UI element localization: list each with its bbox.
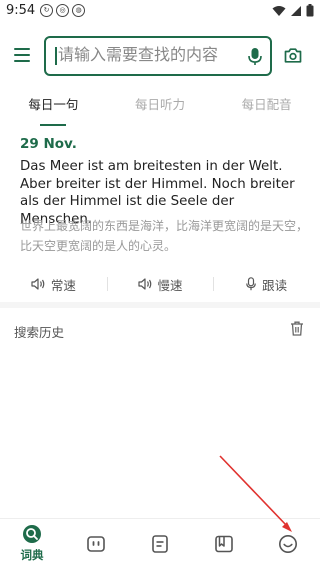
smile-icon [279,534,297,553]
search-icon [23,525,41,543]
nav-dictionary-label: 词典 [20,548,44,562]
camera-icon[interactable] [284,48,302,63]
sync-icon: ↻ [40,4,53,17]
signal-icon [291,5,301,16]
notification-icons: ↻ ◎ ◍ [40,4,85,17]
section-divider [0,302,320,308]
tab-daily-listening[interactable]: 每日听力 [107,94,214,118]
speaker-icon [137,278,151,290]
app-icon: ◎ [56,4,69,17]
menu-icon[interactable] [14,48,30,62]
book-icon [215,535,233,552]
daily-date: 29 Nov. [20,136,77,152]
text-caret [55,47,57,65]
tab-daily-sentence[interactable]: 每日一句 [0,94,107,126]
trash-icon[interactable] [290,321,304,336]
search-header [0,30,320,82]
search-box[interactable] [44,36,272,76]
slow-speed-button[interactable]: 慢速 [106,274,214,294]
speaker-icon [31,278,45,290]
nav-dictionary[interactable]: 词典 [0,519,64,568]
mic-icon [246,277,256,291]
nav-book[interactable] [192,519,256,568]
follow-read-label: 跟读 [262,277,288,293]
wifi-icon [272,5,286,16]
nav-notes[interactable] [128,519,192,568]
bottom-navigation: 词典 [0,518,320,568]
normal-speed-button[interactable]: 常速 [0,274,107,294]
status-bar: 9:54 ↻ ◎ ◍ [0,0,320,24]
notes-icon [152,534,168,553]
nav-profile[interactable] [256,519,320,568]
app-icon-2: ◍ [72,4,85,17]
status-time: 9:54 [6,3,36,18]
follow-read-button[interactable]: 跟读 [213,274,320,294]
daily-sentence-translation: 世界上最宽阔的东西是海洋，比海洋更宽阔的是天空，比天空更宽阔的是人的心灵。 [20,219,309,253]
read-buttons: 常速 慢速 跟读 [0,274,320,294]
battery-icon [306,4,314,17]
robot-icon [87,535,105,552]
slow-speed-label: 慢速 [157,277,183,293]
mic-icon[interactable] [248,47,262,67]
nav-robot[interactable] [64,519,128,568]
daily-tabs: 每日一句 每日听力 每日配音 [0,94,320,126]
system-icons [272,4,314,17]
tab-daily-dubbing[interactable]: 每日配音 [213,94,320,118]
normal-speed-label: 常速 [50,277,76,293]
search-input[interactable] [58,45,248,64]
search-history-title: 搜索历史 [14,325,65,340]
